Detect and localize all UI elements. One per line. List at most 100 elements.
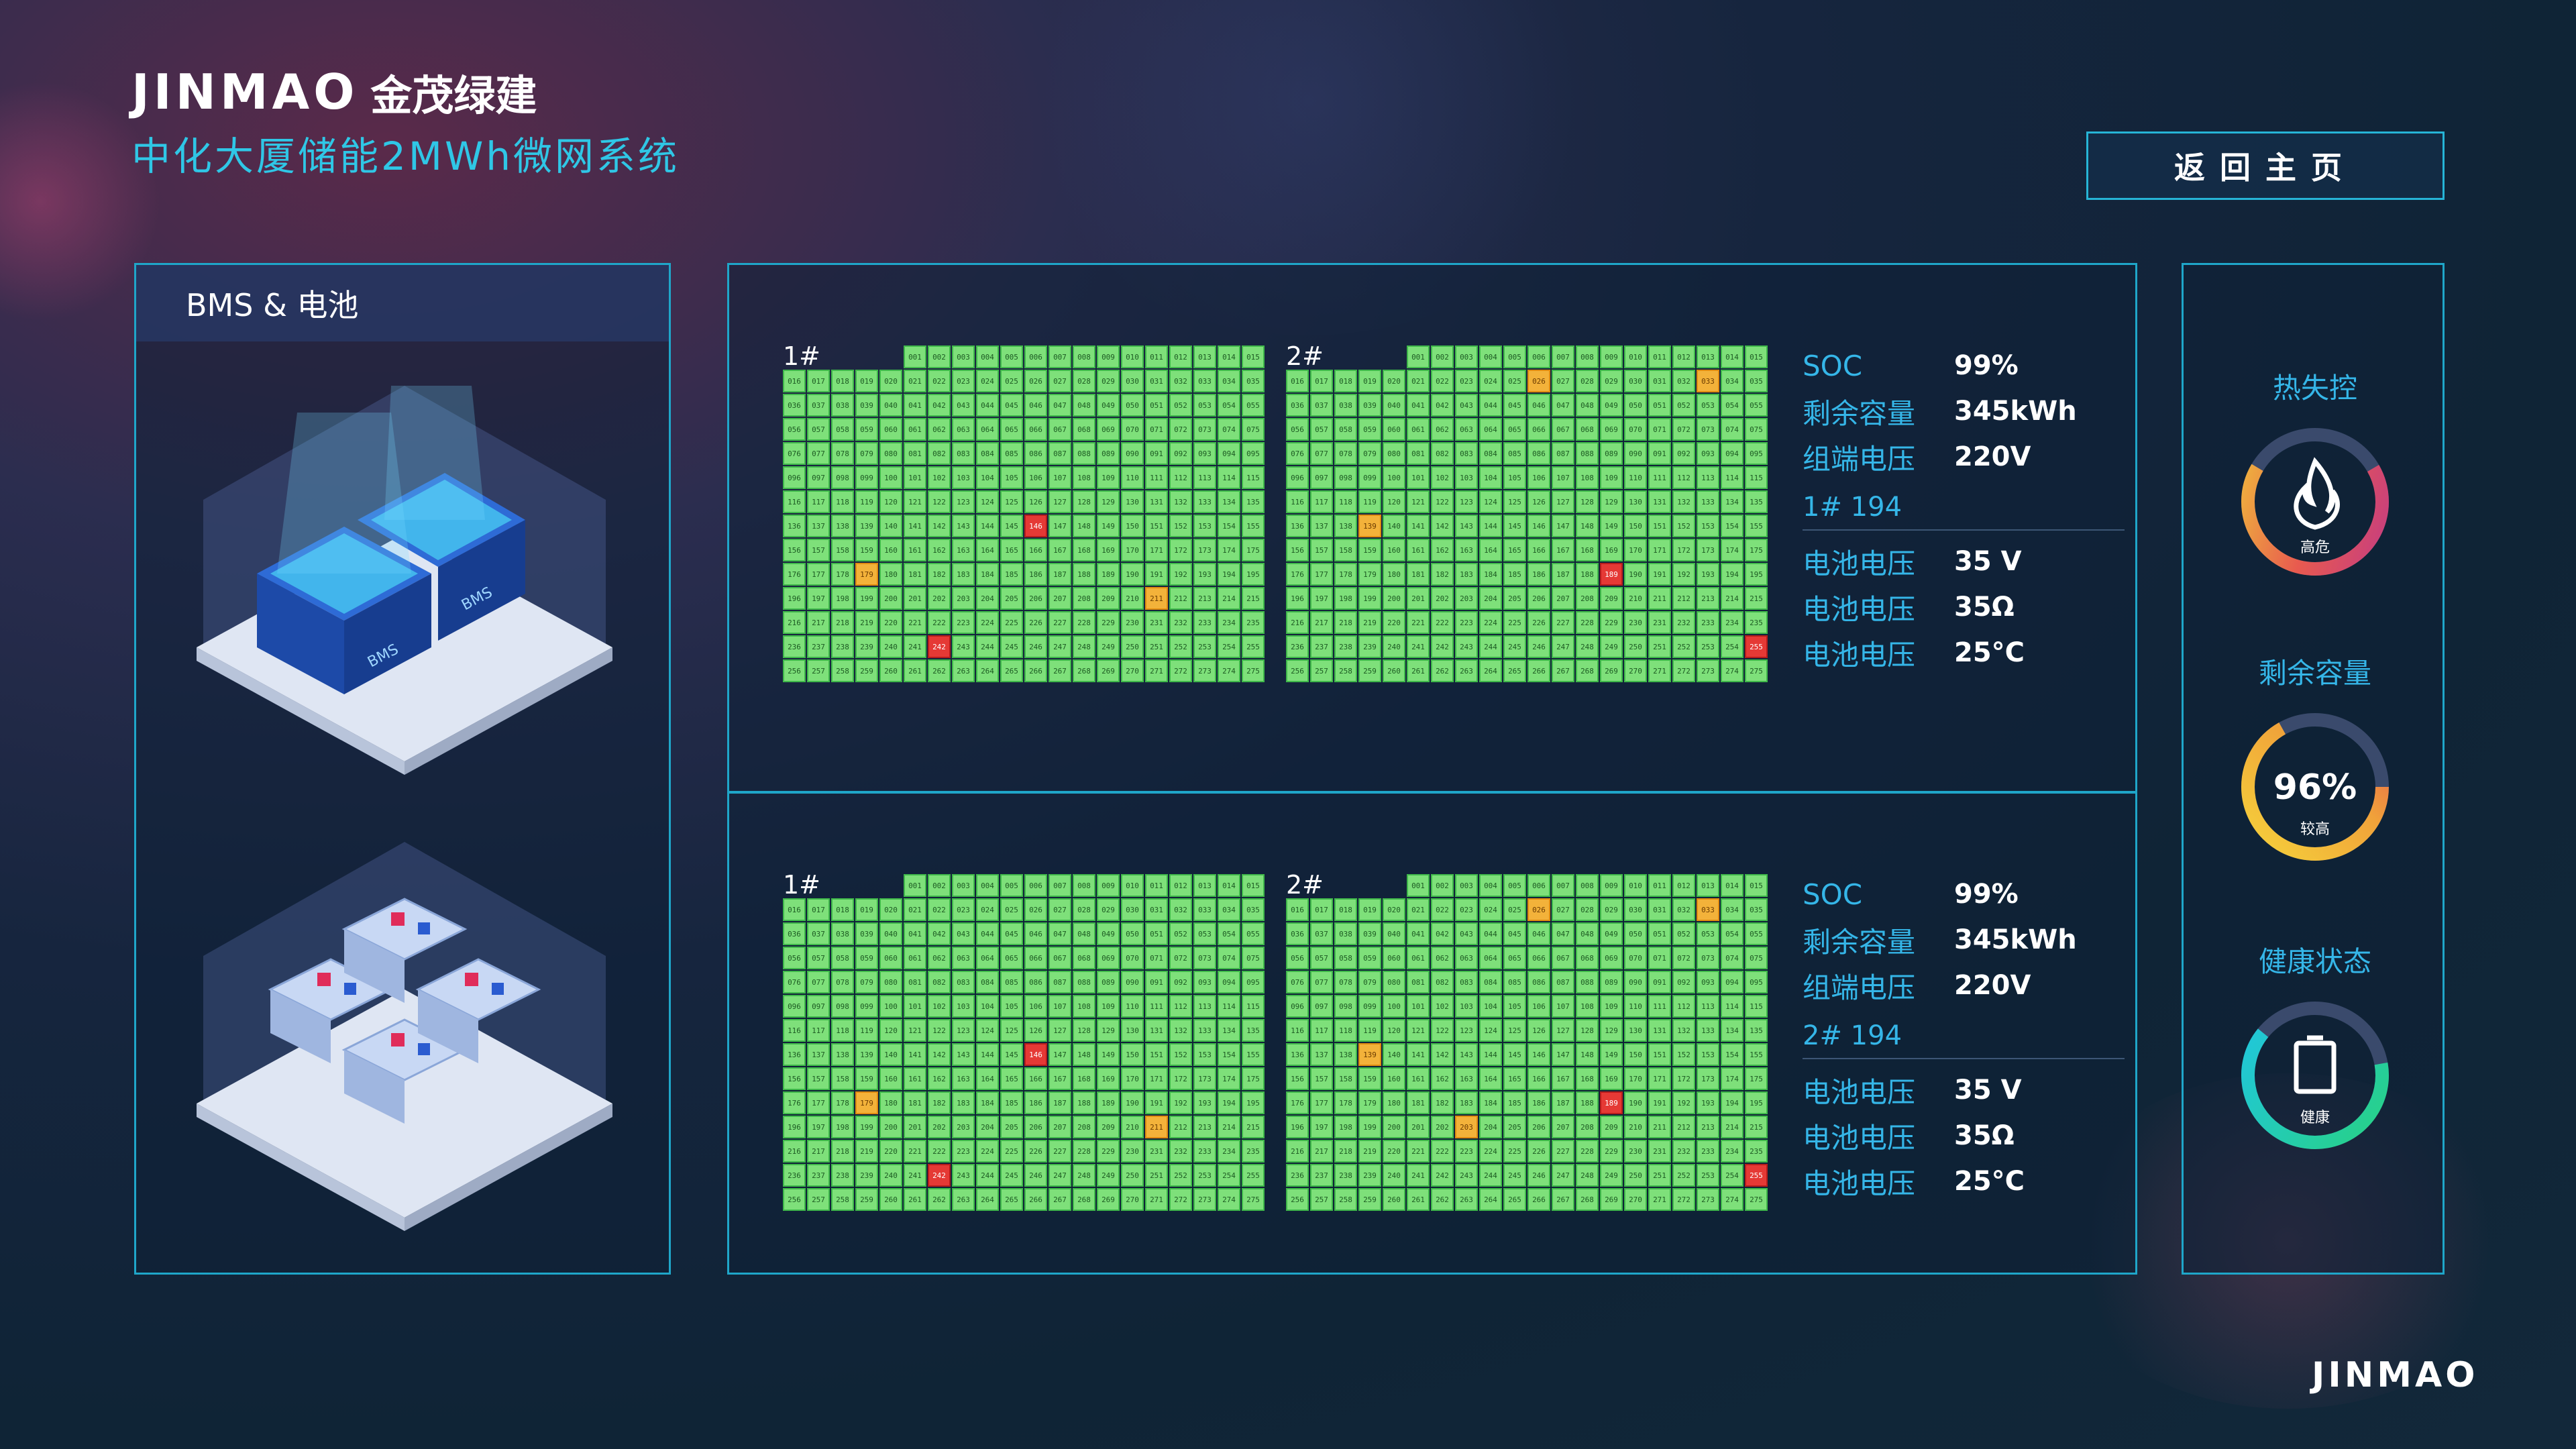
battery-cell[interactable]: 065 [1000,418,1023,441]
battery-cell[interactable]: 156 [783,1067,806,1090]
battery-cell[interactable]: 261 [1407,659,1430,682]
battery-cell[interactable]: 033 [1697,898,1719,921]
battery-cell[interactable]: 151 [1648,1043,1671,1066]
battery-cell[interactable]: 147 [1049,515,1071,537]
battery-cell[interactable]: 003 [952,345,975,368]
battery-cell[interactable]: 129 [1097,1019,1120,1042]
battery-cell[interactable]: 195 [1242,1091,1265,1114]
battery-cell[interactable]: 162 [928,1067,951,1090]
battery-cell[interactable]: 115 [1242,466,1265,489]
battery-cell[interactable]: 231 [1648,1140,1671,1163]
battery-cell[interactable]: 193 [1193,1091,1216,1114]
battery-cell[interactable]: 250 [1624,1164,1647,1187]
battery-cell[interactable]: 180 [879,563,902,586]
battery-cell[interactable]: 152 [1169,515,1192,537]
battery-cell[interactable]: 226 [1024,611,1047,634]
battery-cell[interactable]: 249 [1600,635,1623,658]
battery-cell[interactable]: 220 [1383,611,1405,634]
battery-cell[interactable]: 212 [1672,587,1695,610]
battery-cell[interactable]: 159 [855,539,878,561]
battery-cell[interactable]: 173 [1697,1067,1719,1090]
battery-cell[interactable]: 068 [1576,418,1599,441]
battery-cell[interactable]: 071 [1145,947,1168,969]
battery-cell[interactable]: 121 [904,1019,926,1042]
battery-cell[interactable]: 002 [928,874,951,897]
battery-cell[interactable]: 003 [952,874,975,897]
battery-cell[interactable]: 181 [1407,563,1430,586]
battery-cell[interactable]: 079 [1358,971,1381,994]
battery-cell[interactable]: 163 [952,539,975,561]
battery-cell[interactable]: 245 [1000,1164,1023,1187]
battery-cell[interactable]: 242 [1431,1164,1454,1187]
battery-cell[interactable]: 236 [783,635,806,658]
battery-cell[interactable]: 165 [1503,539,1526,561]
battery-cell[interactable]: 075 [1242,947,1265,969]
battery-cell[interactable]: 048 [1576,394,1599,417]
battery-cell[interactable]: 081 [1407,442,1430,465]
battery-cell[interactable]: 124 [976,1019,999,1042]
battery-cell[interactable]: 206 [1527,587,1550,610]
battery-cell[interactable]: 245 [1503,1164,1526,1187]
battery-cell[interactable]: 215 [1242,1116,1265,1138]
battery-cell[interactable]: 175 [1242,539,1265,561]
battery-cell[interactable]: 182 [928,563,951,586]
battery-cell[interactable]: 167 [1049,1067,1071,1090]
battery-cell[interactable]: 091 [1648,971,1671,994]
battery-cell[interactable]: 063 [952,418,975,441]
battery-cell[interactable]: 090 [1624,442,1647,465]
battery-cell[interactable]: 164 [1479,1067,1502,1090]
battery-cell[interactable]: 067 [1552,418,1574,441]
battery-cell[interactable]: 093 [1697,442,1719,465]
battery-cell[interactable]: 083 [952,442,975,465]
battery-cell[interactable]: 047 [1049,922,1071,945]
battery-cell[interactable]: 104 [976,995,999,1018]
battery-cell[interactable]: 071 [1648,947,1671,969]
battery-cell[interactable]: 262 [1431,1188,1454,1211]
battery-cell[interactable]: 031 [1145,898,1168,921]
battery-cell[interactable]: 111 [1648,995,1671,1018]
battery-cell[interactable]: 129 [1097,490,1120,513]
battery-cell[interactable]: 136 [1286,1043,1309,1066]
battery-cell[interactable]: 014 [1218,874,1240,897]
battery-cell[interactable]: 001 [904,345,926,368]
battery-cell[interactable]: 070 [1624,418,1647,441]
battery-cell[interactable]: 009 [1097,345,1120,368]
battery-cell[interactable]: 200 [879,1116,902,1138]
battery-cell[interactable]: 190 [1121,1091,1144,1114]
battery-cell[interactable]: 126 [1024,490,1047,513]
battery-cell[interactable]: 185 [1000,1091,1023,1114]
battery-cell[interactable]: 080 [879,442,902,465]
battery-cell[interactable]: 038 [1334,394,1357,417]
battery-cell[interactable]: 168 [1576,1067,1599,1090]
battery-cell[interactable]: 128 [1576,490,1599,513]
battery-cell[interactable]: 255 [1745,635,1768,658]
battery-cell[interactable]: 111 [1648,466,1671,489]
battery-cell[interactable]: 137 [807,515,830,537]
battery-cell[interactable]: 174 [1721,1067,1743,1090]
battery-cell[interactable]: 193 [1697,563,1719,586]
battery-cell[interactable]: 115 [1745,466,1768,489]
battery-cell[interactable]: 153 [1193,515,1216,537]
battery-cell[interactable]: 154 [1218,515,1240,537]
battery-cell[interactable]: 224 [976,1140,999,1163]
battery-cell[interactable]: 117 [1310,490,1333,513]
battery-cell[interactable]: 145 [1503,515,1526,537]
battery-cell[interactable]: 167 [1049,539,1071,561]
battery-cell[interactable]: 038 [831,394,854,417]
battery-cell[interactable]: 233 [1697,611,1719,634]
battery-cell[interactable]: 144 [976,515,999,537]
battery-cell[interactable]: 181 [1407,1091,1430,1114]
battery-cell[interactable]: 028 [1073,370,1095,392]
battery-cell[interactable]: 252 [1672,1164,1695,1187]
battery-cell[interactable]: 162 [928,539,951,561]
battery-cell[interactable]: 225 [1503,611,1526,634]
battery-cell[interactable]: 154 [1721,1043,1743,1066]
battery-cell[interactable]: 120 [879,490,902,513]
battery-cell[interactable]: 030 [1624,898,1647,921]
battery-cell[interactable]: 214 [1218,1116,1240,1138]
battery-cell[interactable]: 066 [1024,947,1047,969]
battery-cell[interactable]: 239 [855,635,878,658]
battery-cell[interactable]: 163 [952,1067,975,1090]
battery-cell[interactable]: 056 [783,418,806,441]
battery-cell[interactable]: 115 [1242,995,1265,1018]
